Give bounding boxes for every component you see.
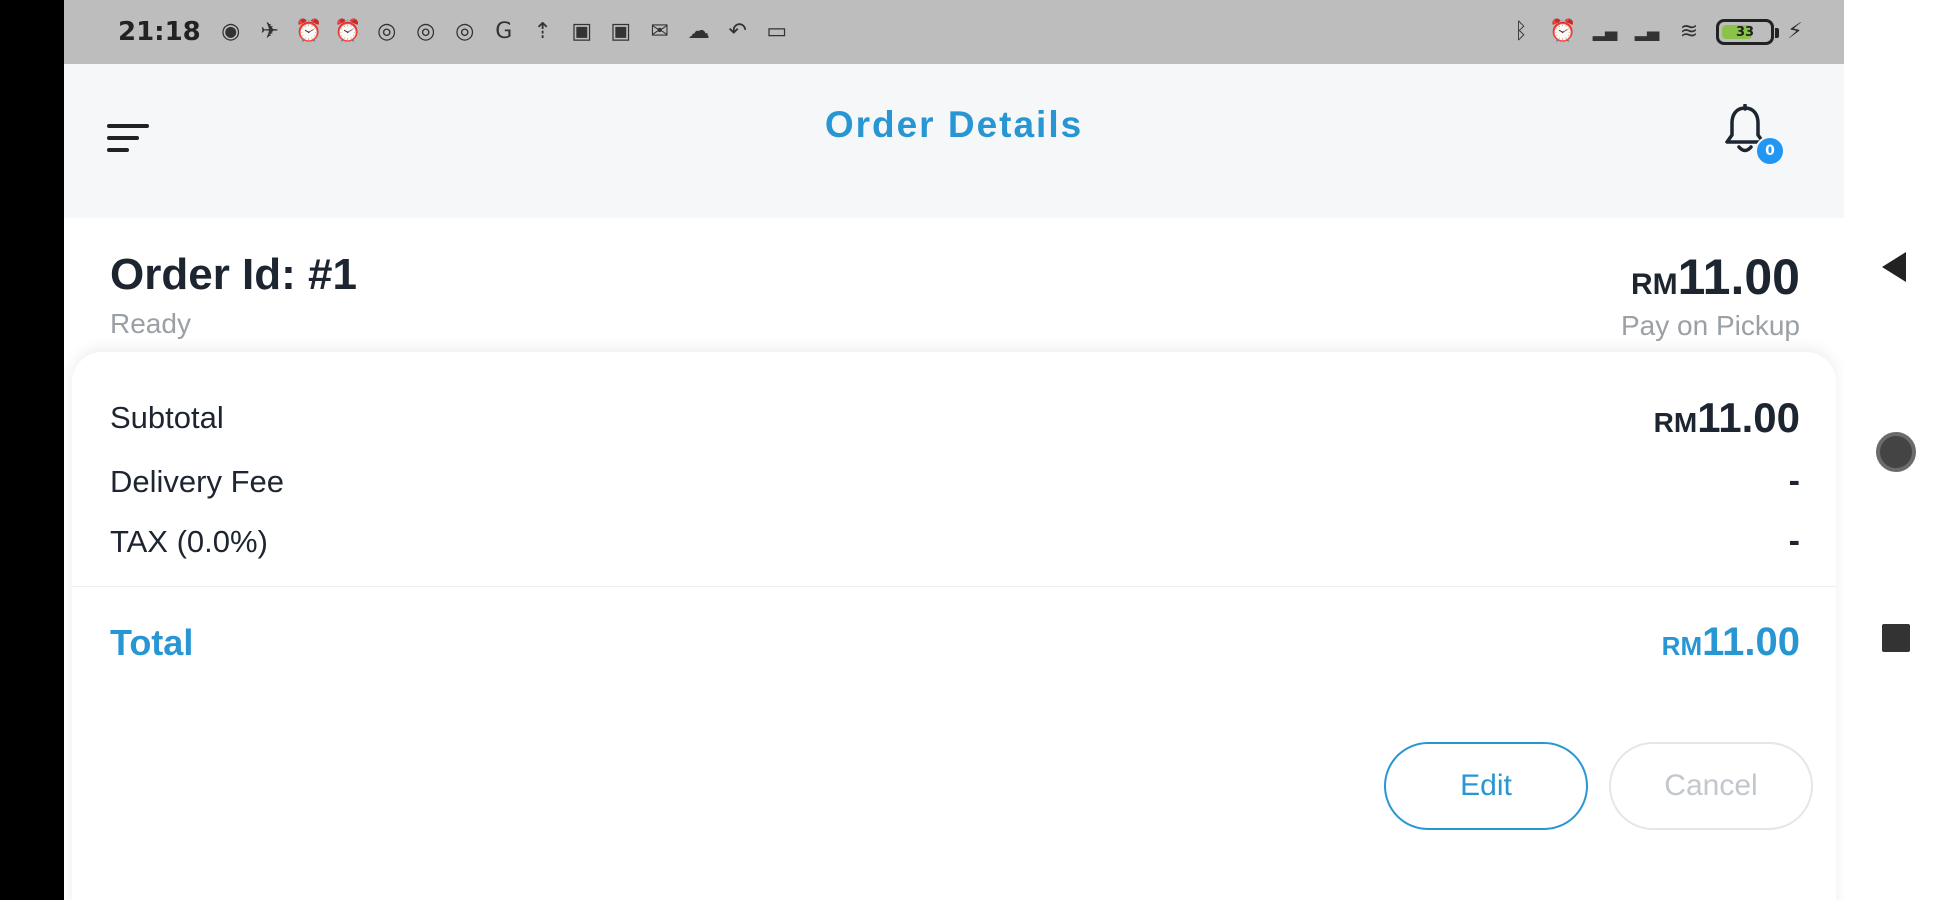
tax-label: TAX (0.0%) xyxy=(110,523,268,559)
menu-icon-line xyxy=(107,148,129,152)
battery-level: 33 xyxy=(1735,24,1755,40)
page-title: Order Details xyxy=(824,104,1084,145)
total-amount: RM11.00 xyxy=(1662,620,1800,665)
order-summary-sheet: Subtotal RM11.00 Delivery Fee - TAX (0.0… xyxy=(72,352,1836,900)
status-bar-left: 21:18 ◉ ✈ ⏰ ⏰ ◎ ◎ ◎ G ⇡ ▣ ▣ ✉ ☁ ↶ ▭ xyxy=(118,17,792,47)
upload-icon: ⇡ xyxy=(533,19,552,44)
status-bar-right: ᛒ ⏰ ▂▄ ▂▄ ≋ 33 ⚡ xyxy=(1506,19,1804,45)
subtotal-row: Subtotal RM11.00 xyxy=(110,394,1800,442)
wifi-icon: ≋ xyxy=(1679,19,1699,44)
messenger-icon: ☁ xyxy=(687,19,710,44)
status-bar: 21:18 ◉ ✈ ⏰ ⏰ ◎ ◎ ◎ G ⇡ ▣ ▣ ✉ ☁ ↶ ▭ ᛒ ⏰ … xyxy=(64,0,1844,64)
delivery-fee-row: Delivery Fee - xyxy=(110,462,1800,501)
alarm-icon: ⏰ xyxy=(295,19,323,44)
battery-icon: 33 xyxy=(1716,19,1779,45)
order-id: Order Id: #1 xyxy=(110,250,357,299)
app-icon: ◎ xyxy=(455,19,475,44)
app-root: 21:18 ◉ ✈ ⏰ ⏰ ◎ ◎ ◎ G ⇡ ▣ ▣ ✉ ☁ ↶ ▭ ᛒ ⏰ … xyxy=(0,0,1953,900)
back-nav-icon[interactable] xyxy=(1882,252,1906,282)
alarm-icon: ⏰ xyxy=(334,19,362,44)
total-currency: RM xyxy=(1661,631,1703,661)
alarm-icon: ⏰ xyxy=(1549,19,1577,44)
recents-nav-icon[interactable] xyxy=(1882,624,1910,652)
summary-divider xyxy=(72,586,1836,587)
app-header: Order Details 0 xyxy=(64,64,1844,218)
notification-button[interactable]: 0 xyxy=(1715,100,1785,170)
app-icon: ◎ xyxy=(377,19,397,44)
subtotal-value: 11.00 xyxy=(1697,394,1800,441)
shop-icon: ▣ xyxy=(571,19,593,44)
order-amount: RM11.00 xyxy=(1631,248,1800,306)
order-amount-value: 11.00 xyxy=(1677,249,1800,305)
total-row: Total RM11.00 xyxy=(110,620,1800,665)
signal-icon: ▂▄ xyxy=(1592,22,1618,41)
telegram-icon: ✈ xyxy=(260,19,279,44)
status-time: 21:18 xyxy=(118,17,201,47)
whatsapp-icon: ◉ xyxy=(221,19,241,44)
delivery-fee-label: Delivery Fee xyxy=(110,463,284,499)
notification-badge: 0 xyxy=(1755,136,1785,166)
device-bezel xyxy=(0,0,64,900)
google-icon: G xyxy=(495,19,513,44)
sms-icon: ▭ xyxy=(766,19,788,44)
navigation-bar xyxy=(1844,0,1953,900)
order-status: Ready xyxy=(110,308,191,339)
signal-icon: ▂▄ xyxy=(1634,22,1660,41)
delivery-fee-value: - xyxy=(1788,462,1800,500)
tax-value: - xyxy=(1788,522,1800,560)
payment-method: Pay on Pickup xyxy=(1621,310,1800,341)
bluetooth-icon: ᛒ xyxy=(1514,19,1528,44)
total-value: 11.00 xyxy=(1702,620,1800,664)
missed-call-icon: ↶ xyxy=(728,19,747,44)
shop-icon: ▣ xyxy=(610,19,632,44)
phone-screen: 21:18 ◉ ✈ ⏰ ⏰ ◎ ◎ ◎ G ⇡ ▣ ▣ ✉ ☁ ↶ ▭ ᛒ ⏰ … xyxy=(64,0,1844,900)
order-currency: RM xyxy=(1630,268,1678,301)
subtotal-label: Subtotal xyxy=(110,400,224,435)
subtotal-amount: RM11.00 xyxy=(1654,394,1800,442)
mail-icon: ✉ xyxy=(650,19,669,44)
cancel-button[interactable]: Cancel xyxy=(1609,742,1813,830)
app-icon: ◎ xyxy=(416,19,436,44)
total-label: Total xyxy=(110,621,194,663)
home-nav-icon[interactable] xyxy=(1876,432,1916,472)
edit-button[interactable]: Edit xyxy=(1384,742,1588,830)
subtotal-currency: RM xyxy=(1653,407,1698,438)
charging-icon: ⚡ xyxy=(1787,19,1803,44)
tax-row: TAX (0.0%) - xyxy=(110,522,1800,561)
